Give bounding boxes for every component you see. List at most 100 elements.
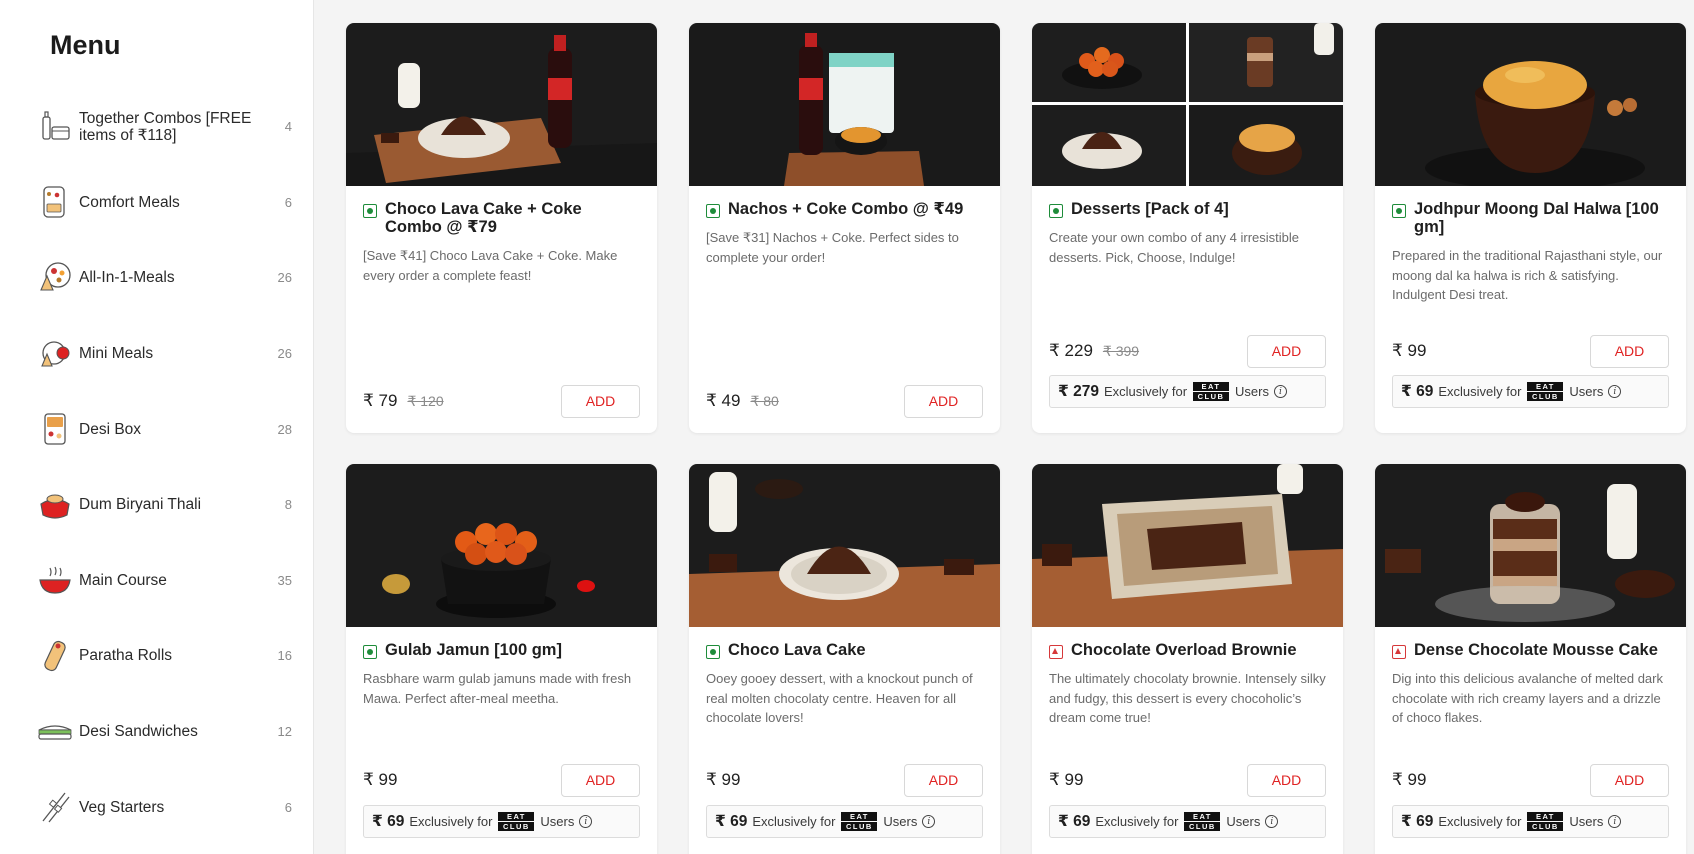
info-icon[interactable]: i — [1608, 815, 1622, 828]
item-title: Jodhpur Moong Dal Halwa [100 gm] — [1414, 200, 1659, 236]
roll-icon — [37, 638, 73, 674]
add-button[interactable]: ADD — [1590, 334, 1669, 368]
item-description: Ooey gooey dessert, with a knockout punc… — [706, 671, 973, 725]
add-button[interactable]: ADD — [561, 763, 640, 797]
all-in-one-meal-icon — [37, 260, 73, 296]
item-title: Gulab Jamun [100 gm] — [385, 641, 562, 659]
menu-items-grid: Choco Lava Cake + Coke Combo @ ₹79 [Save… — [314, 0, 1694, 854]
item-card[interactable]: Gulab Jamun [100 gm] Rasbhare warm gulab… — [346, 464, 657, 854]
category-label: Paratha Rolls — [79, 647, 173, 665]
desi-box-icon — [37, 411, 73, 447]
eatclub-offer[interactable]: ₹ 279 Exclusively for EAT CLUB Users i — [1049, 375, 1326, 408]
eatclub-users-text: Users — [1569, 814, 1604, 829]
eatclub-exclusive-text: Exclusively for — [1438, 814, 1522, 829]
add-button[interactable]: ADD — [561, 384, 640, 418]
eatclub-users-text: Users — [1226, 814, 1261, 829]
info-icon[interactable]: i — [579, 815, 593, 828]
eatclub-price: ₹ 69 — [372, 813, 405, 830]
category-label: Desi Box — [79, 420, 142, 438]
skewer-icon — [37, 789, 73, 825]
item-mrp: ₹ 80 — [750, 392, 779, 409]
choco-lava-cake-photo — [689, 464, 1000, 627]
item-card[interactable]: Choco Lava Cake + Coke Combo @ ₹79 [Save… — [346, 23, 657, 433]
info-icon[interactable]: i — [922, 815, 936, 828]
category-mini-meals[interactable]: Mini Meals 26 — [0, 316, 314, 392]
menu-sidebar: Menu Together Combos [FREE items of ₹118… — [0, 0, 314, 854]
category-desi-sandwiches[interactable]: Desi Sandwiches 12 — [0, 694, 314, 770]
item-card[interactable]: Desserts [Pack of 4] Create your own com… — [1032, 23, 1343, 433]
add-button[interactable]: ADD — [904, 384, 983, 418]
eatclub-exclusive-text: Exclusively for — [1095, 814, 1179, 829]
category-main-course[interactable]: Main Course 35 — [0, 543, 314, 619]
item-card[interactable]: Nachos + Coke Combo @ ₹49 [Save ₹31] Nac… — [689, 23, 1000, 433]
item-description: Create your own combo of any 4 irresisti… — [1049, 230, 1300, 265]
info-icon[interactable]: i — [1273, 385, 1287, 398]
item-card[interactable]: Jodhpur Moong Dal Halwa [100 gm] Prepare… — [1375, 23, 1686, 433]
category-desi-box[interactable]: Desi Box 28 — [0, 391, 314, 467]
item-price: ₹ 99 — [1049, 770, 1084, 789]
item-price: ₹ 49 — [706, 391, 741, 410]
add-button[interactable]: ADD — [904, 763, 983, 797]
add-button[interactable]: ADD — [1247, 763, 1326, 797]
item-card[interactable]: Dense Chocolate Mousse Cake Dig into thi… — [1375, 464, 1686, 854]
category-count: 4 — [284, 119, 292, 135]
info-icon[interactable]: i — [1265, 815, 1279, 828]
eatclub-offer[interactable]: ₹ 69 Exclusively for EAT CLUB Users i — [706, 805, 983, 838]
eatclub-logo: EAT CLUB — [1527, 812, 1564, 832]
item-price: ₹ 99 — [706, 770, 741, 789]
category-veg-starters[interactable]: Veg Starters 6 — [0, 769, 314, 845]
veg-indicator — [363, 645, 377, 659]
veg-indicator — [706, 204, 720, 218]
eatclub-price: ₹ 69 — [1058, 813, 1091, 830]
eatclub-offer[interactable]: ₹ 69 Exclusively for EAT CLUB Users i — [1049, 805, 1326, 838]
category-count: 8 — [284, 497, 292, 513]
veg-indicator — [706, 645, 720, 659]
eatclub-users-text: Users — [540, 814, 575, 829]
category-label: Dum Biryani Thali — [79, 496, 202, 514]
mousse-cake-photo — [1375, 464, 1686, 627]
item-mrp: ₹ 399 — [1102, 342, 1140, 359]
nachos-coke-photo — [689, 23, 1000, 186]
eatclub-offer[interactable]: ₹ 69 Exclusively for EAT CLUB Users i — [1392, 375, 1669, 408]
item-description: Prepared in the traditional Rajasthani s… — [1392, 248, 1663, 302]
category-paratha-rolls[interactable]: Paratha Rolls 16 — [0, 618, 314, 694]
item-price: ₹ 229 — [1049, 341, 1093, 360]
item-title: Desserts [Pack of 4] — [1071, 200, 1229, 218]
category-count: 26 — [277, 270, 292, 286]
item-title: Dense Chocolate Mousse Cake — [1414, 641, 1658, 659]
menu-title: Menu — [50, 30, 121, 60]
item-card[interactable]: Choco Lava Cake Ooey gooey dessert, with… — [689, 464, 1000, 854]
eatclub-logo: EAT CLUB — [498, 812, 535, 832]
item-price: ₹ 79 — [363, 391, 398, 410]
info-icon[interactable]: i — [1608, 385, 1622, 398]
nonveg-indicator — [1049, 645, 1063, 659]
category-label: Veg Starters — [79, 798, 165, 816]
category-label: Desi Sandwiches — [79, 723, 198, 741]
biryani-pot-icon — [37, 487, 73, 523]
item-description: [Save ₹41] Choco Lava Cake + Coke. Make … — [363, 248, 618, 283]
curry-bowl-icon — [37, 562, 73, 598]
category-all-in-1-meals[interactable]: All-In-1-Meals 26 — [0, 240, 314, 316]
eatclub-logo: EAT CLUB — [1527, 382, 1564, 402]
eatclub-users-text: Users — [1569, 384, 1604, 399]
eatclub-price: ₹ 69 — [1401, 813, 1434, 830]
eatclub-price: ₹ 279 — [1058, 383, 1099, 400]
add-button[interactable]: ADD — [1247, 334, 1326, 368]
add-button[interactable]: ADD — [1590, 763, 1669, 797]
category-label: Main Course — [79, 571, 167, 589]
category-count: 16 — [277, 648, 292, 664]
item-title: Nachos + Coke Combo @ ₹49 — [728, 200, 964, 218]
category-comfort-meals[interactable]: Comfort Meals 6 — [0, 165, 314, 241]
eatclub-users-text: Users — [1235, 384, 1269, 399]
category-dum-biryani-thali[interactable]: Dum Biryani Thali 8 — [0, 467, 314, 543]
category-count: 35 — [277, 572, 292, 588]
veg-indicator — [363, 204, 377, 218]
combo-icon — [37, 109, 73, 145]
eatclub-offer[interactable]: ₹ 69 Exclusively for EAT CLUB Users i — [1392, 805, 1669, 838]
category-together-combos[interactable]: Together Combos [FREE items of ₹118] 4 — [0, 89, 314, 165]
item-card[interactable]: Chocolate Overload Brownie The ultimatel… — [1032, 464, 1343, 854]
dessert-collage-photo — [1032, 23, 1343, 186]
eatclub-users-text: Users — [883, 814, 918, 829]
category-list: Together Combos [FREE items of ₹118] 4 C… — [0, 89, 314, 845]
eatclub-offer[interactable]: ₹ 69 Exclusively for EAT CLUB Users i — [363, 805, 640, 838]
